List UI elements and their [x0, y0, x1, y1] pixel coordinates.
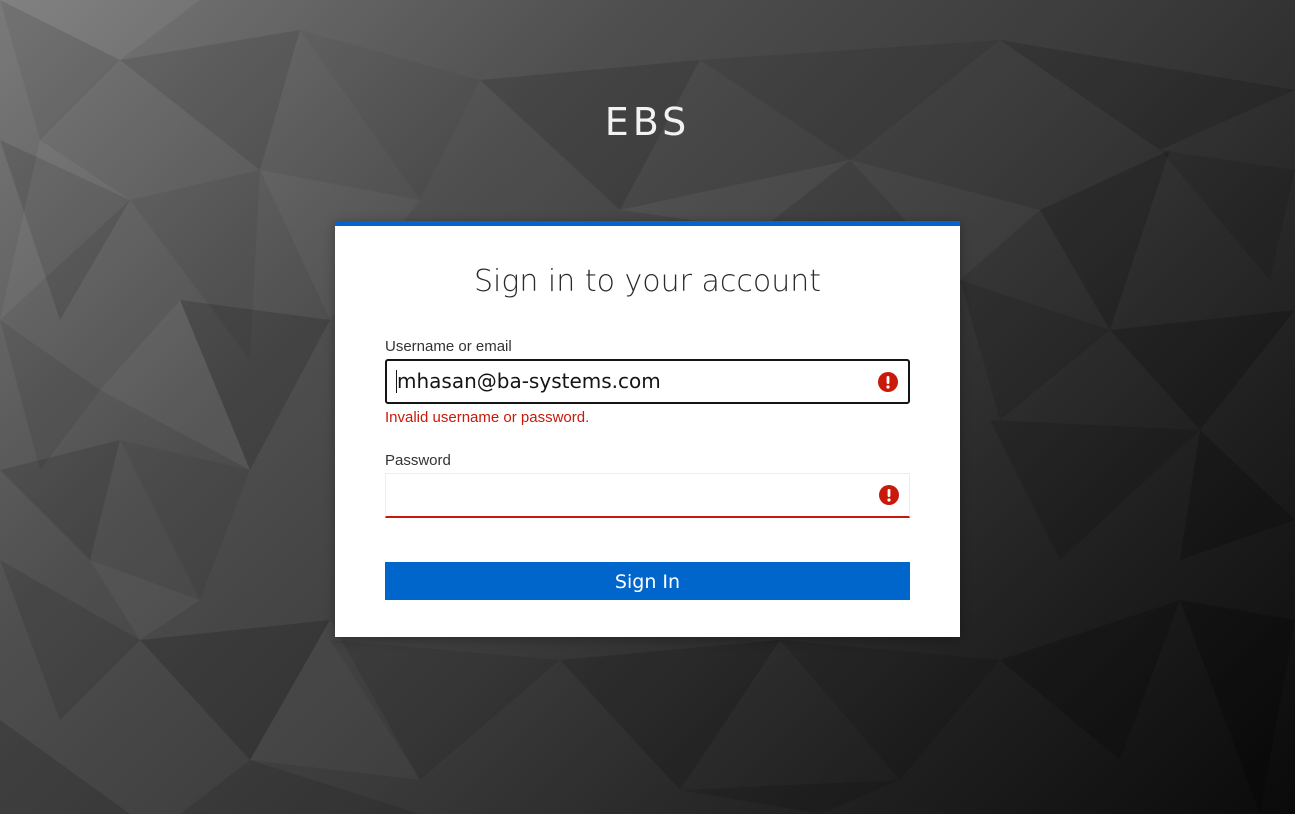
login-error-message: Invalid username or password.: [385, 409, 590, 426]
sign-in-button[interactable]: Sign In: [385, 562, 910, 600]
username-value: mhasan@ba-systems.com: [397, 369, 661, 393]
username-input[interactable]: mhasan@ba-systems.com: [385, 359, 910, 404]
username-label: Username or email: [385, 338, 512, 355]
page-title: Sign in to your account: [474, 264, 821, 299]
password-label: Password: [385, 452, 451, 469]
brand-title: EBS: [604, 100, 691, 144]
exclamation-circle-icon: [878, 371, 898, 392]
password-input[interactable]: [385, 473, 910, 518]
login-card: Sign in to your account Username or emai…: [335, 221, 960, 637]
exclamation-circle-icon: [879, 485, 899, 505]
